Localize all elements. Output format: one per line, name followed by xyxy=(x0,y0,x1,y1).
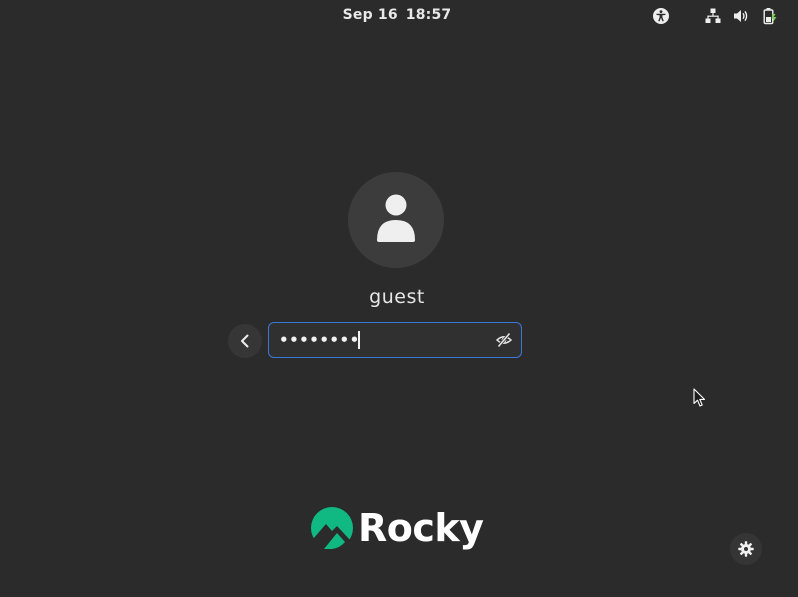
user-avatar xyxy=(348,172,444,268)
user-icon xyxy=(377,194,415,242)
volume-icon xyxy=(734,10,748,22)
clock[interactable]: Sep 16 18:57 xyxy=(0,7,794,23)
top-bar: Sep 16 18:57 xyxy=(0,0,798,32)
system-menu[interactable] xyxy=(704,6,778,26)
rocky-logo: Rocky xyxy=(310,506,484,550)
accessibility-menu[interactable] xyxy=(652,6,670,26)
clock-time: 18:57 xyxy=(405,7,452,23)
login-screen: Sep 16 18:57 guest •••••••• Rocky xyxy=(0,0,798,597)
back-button[interactable] xyxy=(228,324,262,358)
password-field[interactable]: •••••••• xyxy=(268,322,522,358)
gear-icon xyxy=(738,541,754,557)
password-input[interactable]: •••••••• xyxy=(279,331,360,349)
accessibility-icon xyxy=(653,8,669,24)
text-caret xyxy=(358,331,360,349)
logo-wordmark: Rocky xyxy=(358,506,484,550)
chevron-left-icon xyxy=(241,334,249,348)
network-wired-icon xyxy=(705,8,721,23)
battery-charging-icon xyxy=(763,8,777,25)
eye-hidden-icon[interactable] xyxy=(496,332,512,348)
session-settings-button[interactable] xyxy=(730,533,762,565)
username-label: guest xyxy=(369,286,425,308)
clock-date: Sep 16 xyxy=(342,7,398,23)
mouse-pointer-icon xyxy=(693,388,706,407)
rocky-mark-icon xyxy=(311,507,353,549)
